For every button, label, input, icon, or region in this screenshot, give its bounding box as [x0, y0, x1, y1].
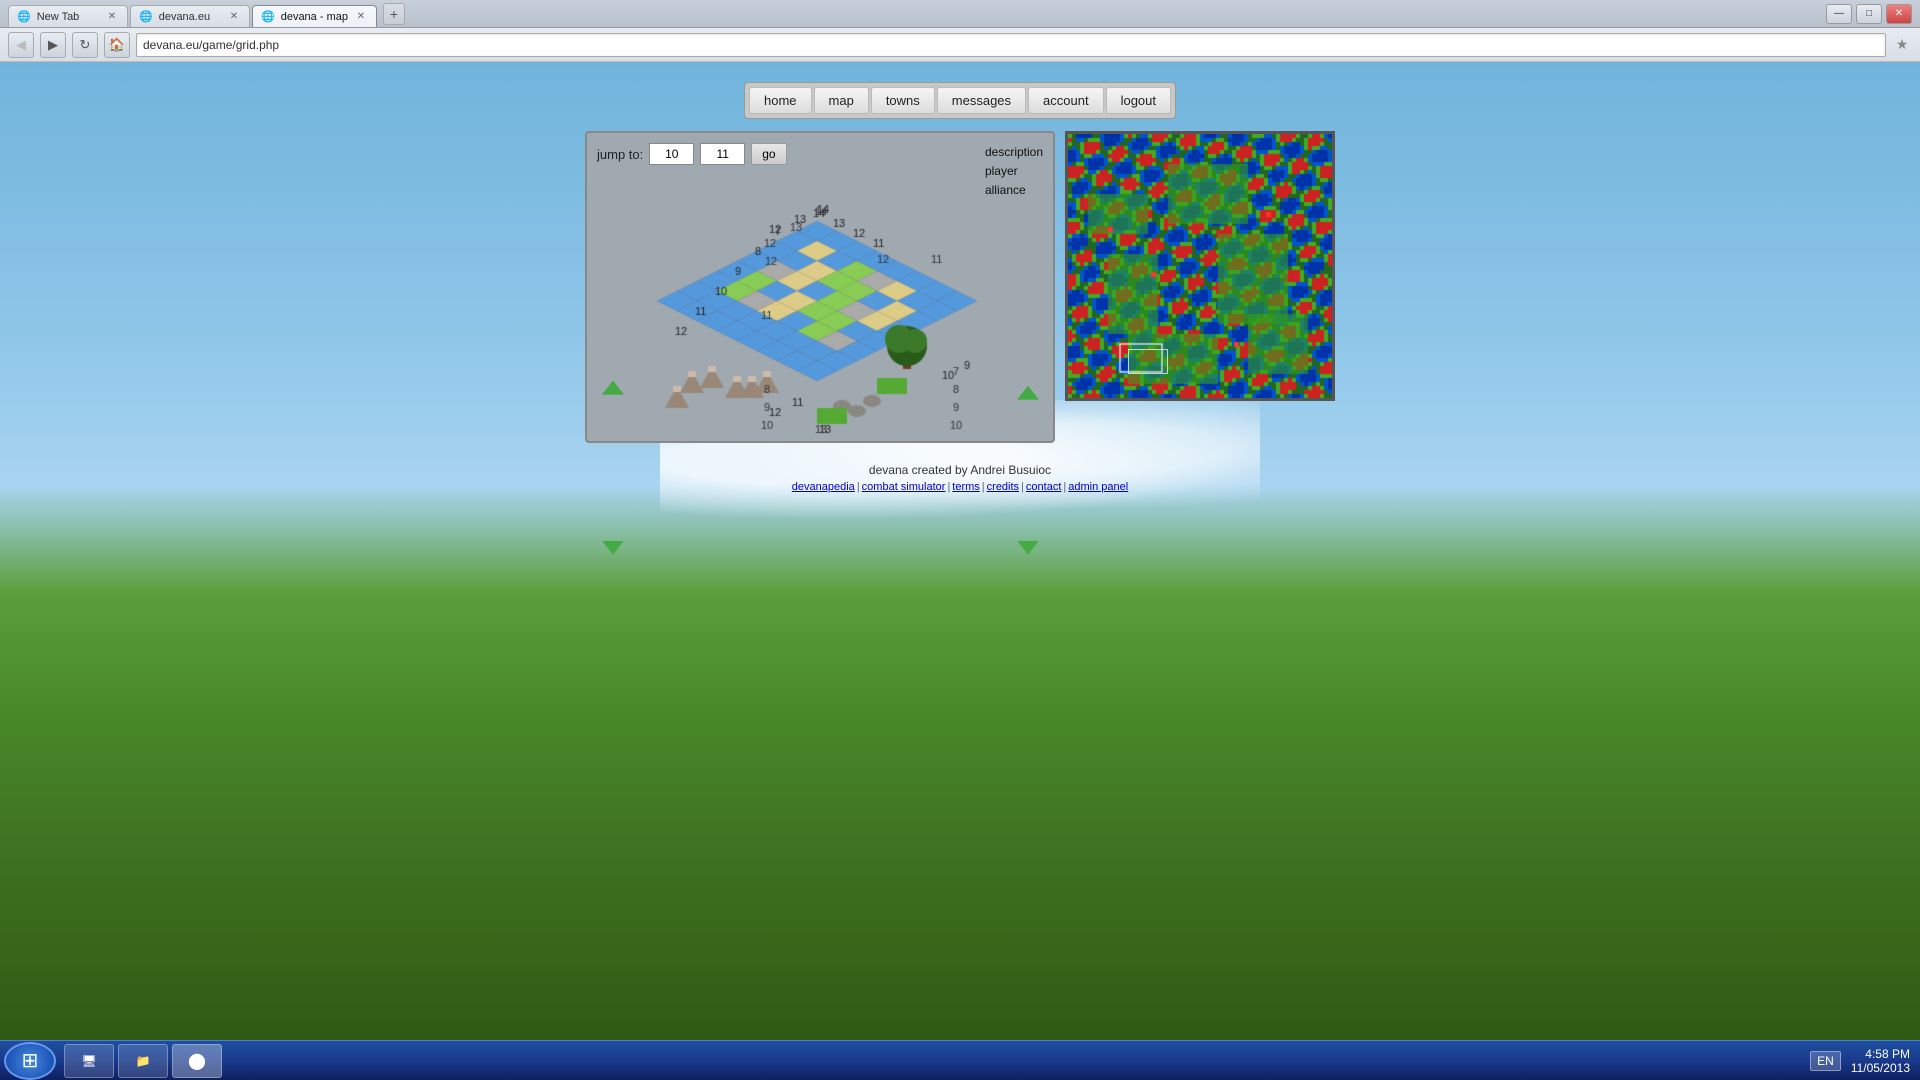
new-tab-button[interactable]: +	[383, 3, 405, 25]
taskbar-clock: 4:58 PM 11/05/2013	[1851, 1047, 1910, 1075]
footer-devanapedia[interactable]: devanapedia	[792, 481, 855, 493]
iso-map-canvas[interactable]	[597, 201, 1047, 441]
main-area: jump to: go description player alliance	[585, 131, 1335, 443]
footer-terms[interactable]: terms	[952, 481, 980, 493]
start-button[interactable]	[4, 1042, 56, 1080]
jump-to-label: jump to:	[597, 147, 643, 162]
nav-messages[interactable]: messages	[937, 87, 1026, 114]
footer-credit: devana created by Andrei Busuioc	[792, 463, 1128, 477]
back-button[interactable]: ◀	[8, 32, 34, 58]
forward-button[interactable]: ▶	[40, 32, 66, 58]
bookmark-button[interactable]: ★	[1892, 35, 1912, 55]
home-button[interactable]: 🏠	[104, 32, 130, 58]
maximize-button[interactable]: □	[1856, 4, 1882, 24]
tab-bar: 🌐 New Tab ✕ 🌐 devana.eu ✕ 🌐 devana - map…	[8, 0, 405, 27]
info-alliance: alliance	[985, 181, 1043, 200]
browser-window: 🌐 New Tab ✕ 🌐 devana.eu ✕ 🌐 devana - map…	[0, 0, 1920, 62]
nav-towns[interactable]: towns	[871, 87, 935, 114]
tab-label-new: New Tab	[37, 11, 80, 23]
tab-favicon-new: 🌐	[17, 10, 31, 23]
taskbar-language: EN	[1810, 1051, 1841, 1071]
window-controls: — □ ✕	[1826, 4, 1912, 24]
page-content: home map towns messages account logout j…	[0, 62, 1920, 513]
footer-contact[interactable]: contact	[1026, 481, 1061, 493]
tab-devana-map[interactable]: 🌐 devana - map ✕	[252, 5, 377, 27]
taskbar-chrome[interactable]: ⬤	[172, 1044, 222, 1078]
taskbar-windows-explorer[interactable]: 🖥	[64, 1044, 114, 1078]
tab-close-home[interactable]: ✕	[227, 10, 241, 24]
info-description: description	[985, 143, 1043, 162]
close-button[interactable]: ✕	[1886, 4, 1912, 24]
jump-x-input[interactable]	[649, 143, 694, 165]
footer-links: devanapedia | combat simulator | terms |…	[792, 481, 1128, 493]
tab-new-tab[interactable]: 🌐 New Tab ✕	[8, 5, 128, 27]
address-text: devana.eu/game/grid.php	[143, 38, 279, 52]
taskbar-date-display: 11/05/2013	[1851, 1061, 1910, 1075]
taskbar: 🖥 📁 ⬤ EN 4:58 PM 11/05/2013	[0, 1040, 1920, 1080]
mini-map-canvas	[1068, 134, 1332, 398]
tab-label-home: devana.eu	[159, 11, 210, 23]
nav-logout[interactable]: logout	[1106, 87, 1171, 114]
mini-map-panel[interactable]	[1065, 131, 1335, 401]
tab-label-map: devana - map	[281, 11, 348, 23]
go-button[interactable]: go	[751, 143, 786, 165]
minimize-button[interactable]: —	[1826, 4, 1852, 24]
info-player: player	[985, 162, 1043, 181]
iso-map-area	[597, 201, 1047, 431]
taskbar-file-explorer[interactable]: 📁	[118, 1044, 168, 1078]
jump-y-input[interactable]	[700, 143, 745, 165]
tab-favicon-home: 🌐	[139, 10, 153, 23]
footer-combat-sim[interactable]: combat simulator	[862, 481, 946, 493]
footer-credits[interactable]: credits	[987, 481, 1019, 493]
address-bar[interactable]: devana.eu/game/grid.php	[136, 33, 1886, 57]
browser-titlebar: 🌐 New Tab ✕ 🌐 devana.eu ✕ 🌐 devana - map…	[0, 0, 1920, 28]
footer-admin[interactable]: admin panel	[1068, 481, 1128, 493]
footer: devana created by Andrei Busuioc devanap…	[792, 463, 1128, 493]
taskbar-time-display: 4:58 PM	[1851, 1047, 1910, 1061]
tab-close-map[interactable]: ✕	[354, 10, 368, 24]
tab-devana-home[interactable]: 🌐 devana.eu ✕	[130, 5, 250, 27]
nav-map[interactable]: map	[814, 87, 869, 114]
jump-controls: jump to: go	[597, 143, 787, 165]
taskbar-right: EN 4:58 PM 11/05/2013	[1810, 1047, 1920, 1075]
info-panel: description player alliance	[985, 143, 1043, 201]
taskbar-apps: 🖥 📁 ⬤	[64, 1044, 222, 1078]
nav-menu: home map towns messages account logout	[744, 82, 1176, 119]
tab-favicon-map: 🌐	[261, 10, 275, 23]
tab-close-new[interactable]: ✕	[105, 10, 119, 24]
game-panel: jump to: go description player alliance	[585, 131, 1055, 443]
browser-toolbar: ◀ ▶ ↻ 🏠 devana.eu/game/grid.php ★	[0, 28, 1920, 62]
reload-button[interactable]: ↻	[72, 32, 98, 58]
nav-home[interactable]: home	[749, 87, 812, 114]
nav-account[interactable]: account	[1028, 87, 1104, 114]
